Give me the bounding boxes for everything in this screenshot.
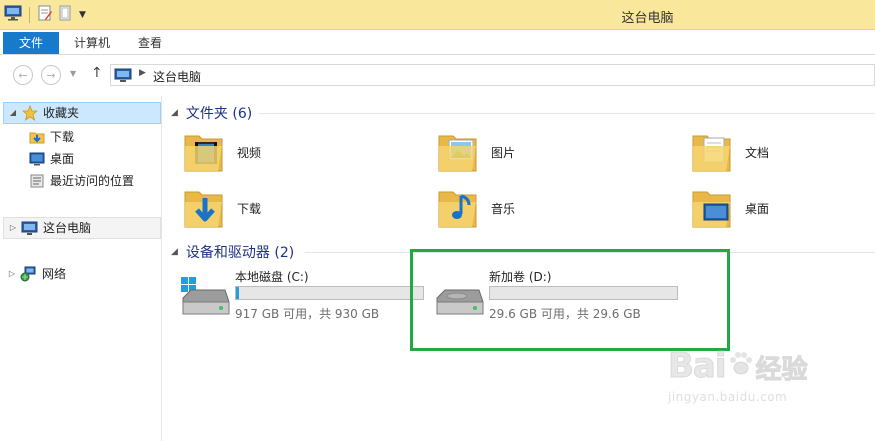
expand-arrow-icon[interactable]: ▷	[6, 263, 18, 285]
desktop-folder-icon	[689, 184, 741, 232]
paw-icon	[728, 349, 754, 380]
explorer-window: ▼ 这台电脑 文件 计算机 查看 ← → ▼ ↑ ▶ 这台电脑 ◢ 收藏夹 下载…	[0, 0, 875, 441]
nav-item-desktop[interactable]: 桌面	[0, 148, 74, 170]
folder-label: 音乐	[491, 201, 516, 216]
highlight-box	[410, 249, 730, 351]
arrow-left-icon: ←	[18, 68, 28, 82]
videos-folder-icon	[181, 128, 233, 176]
drive-usage-fill	[236, 287, 239, 299]
nav-favorites-label: 收藏夹	[43, 106, 80, 120]
nav-item-downloads[interactable]: 下载	[0, 126, 74, 148]
address-bar[interactable]: ▶ 这台电脑	[110, 64, 875, 86]
nav-favorites[interactable]: ◢ 收藏夹	[3, 102, 161, 124]
folder-label: 图片	[491, 145, 516, 160]
breadcrumb-this-pc[interactable]: 这台电脑	[153, 68, 201, 85]
tab-computer[interactable]: 计算机	[60, 32, 124, 54]
tab-view[interactable]: 查看	[124, 32, 176, 54]
folder-music[interactable]: 音乐	[435, 183, 665, 233]
drives-group-header[interactable]: ◢ 设备和驱动器 (2)	[171, 242, 294, 262]
baidu-jingyan-watermark: Bai 经验 jingyan.baidu.com	[668, 346, 868, 426]
address-row: ← → ▼ ↑ ▶ 这台电脑	[0, 56, 875, 92]
expand-arrow-icon[interactable]: ▷	[7, 217, 19, 239]
watermark-brand-cn: 经验	[755, 355, 808, 386]
folders-group-header[interactable]: ◢ 文件夹 (6)	[171, 103, 252, 123]
music-folder-icon	[435, 184, 487, 232]
folder-desktop[interactable]: 桌面	[689, 183, 875, 233]
folder-documents[interactable]: 文档	[689, 127, 875, 177]
nav-item-label: 下载	[50, 130, 75, 144]
folder-downloads[interactable]: 下载	[181, 183, 411, 233]
star-icon	[21, 104, 39, 122]
pictures-folder-icon	[435, 128, 487, 176]
network-icon	[20, 265, 38, 283]
collapse-arrow-icon[interactable]: ◢	[171, 108, 178, 118]
nav-network-label: 网络	[42, 267, 67, 281]
tab-file[interactable]: 文件	[3, 32, 60, 54]
recent-places-icon	[28, 172, 46, 190]
nav-item-label: 桌面	[50, 152, 75, 166]
folder-videos[interactable]: 视频	[181, 127, 411, 177]
computer-icon	[114, 68, 134, 86]
folder-label: 下载	[237, 201, 262, 216]
arrow-right-icon: →	[46, 68, 56, 82]
drive-name: 本地磁盘 (C:)	[235, 270, 309, 284]
folder-label: 桌面	[745, 201, 770, 216]
up-arrow-icon[interactable]: ↑	[91, 65, 103, 81]
desktop-icon	[28, 150, 46, 168]
nav-item-label: 最近访问的位置	[50, 174, 135, 188]
drive-usage-bar	[235, 286, 424, 300]
nav-this-pc[interactable]: ▷ 这台电脑	[3, 217, 161, 239]
computer-icon	[21, 219, 39, 237]
documents-folder-icon	[689, 128, 741, 176]
watermark-brand: Bai	[668, 346, 727, 387]
forward-button[interactable]: →	[41, 65, 61, 85]
folder-pictures[interactable]: 图片	[435, 127, 665, 177]
title-bar: ▼ 这台电脑	[0, 0, 875, 30]
breadcrumb-chevron-icon[interactable]: ▶	[139, 68, 146, 78]
nav-this-pc-label: 这台电脑	[43, 221, 92, 235]
navigation-pane: ◢ 收藏夹 下载 桌面 最近访问的位置 ▷ 这台电脑 ▷ 网络	[0, 96, 162, 441]
back-button[interactable]: ←	[13, 65, 33, 85]
nav-item-recent-places[interactable]: 最近访问的位置	[0, 170, 134, 192]
drive-capacity: 917 GB 可用，共 930 GB	[235, 307, 380, 321]
group-divider	[259, 113, 875, 114]
watermark-url: jingyan.baidu.com	[668, 390, 788, 404]
folder-label: 文档	[745, 145, 770, 160]
drives-group-title: 设备和驱动器 (2)	[185, 245, 295, 261]
ribbon: 文件 计算机 查看	[0, 30, 875, 55]
system-drive-icon	[179, 276, 231, 320]
download-folder-icon	[28, 128, 46, 146]
window-title: 这台电脑	[621, 11, 674, 26]
recent-locations-chevron-icon[interactable]: ▼	[70, 69, 76, 78]
collapse-arrow-icon[interactable]: ◢	[171, 247, 178, 257]
drive-c[interactable]: 本地磁盘 (C:) 917 GB 可用，共 930 GB	[179, 266, 439, 326]
downloads-folder-icon	[181, 184, 233, 232]
nav-network[interactable]: ▷ 网络	[3, 263, 66, 285]
folder-label: 视频	[237, 145, 262, 160]
folders-group-title: 文件夹 (6)	[185, 106, 253, 122]
collapse-arrow-icon[interactable]: ◢	[7, 102, 19, 124]
